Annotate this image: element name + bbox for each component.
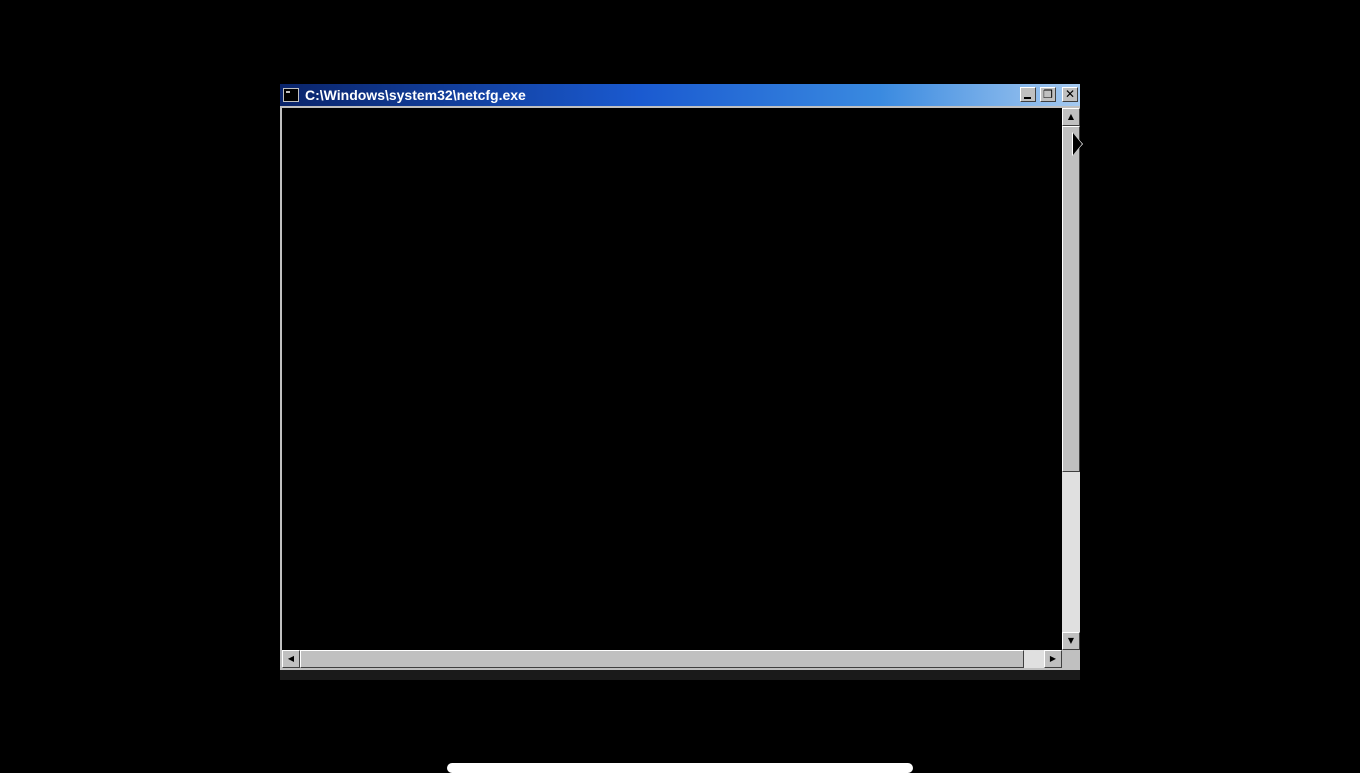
horizontal-scrollbar[interactable]: ◀ ▶ (282, 650, 1062, 668)
scroll-down-button[interactable]: ▼ (1062, 632, 1080, 650)
close-icon: ✕ (1064, 87, 1076, 101)
arrow-left-icon: ◀ (287, 654, 295, 663)
scroll-up-button[interactable]: ▲ (1062, 108, 1080, 126)
scroll-right-button[interactable]: ▶ (1044, 650, 1062, 668)
arrow-right-icon: ▶ (1049, 654, 1057, 663)
arrow-up-icon: ▲ (1067, 112, 1075, 121)
restore-icon: ❐ (1043, 88, 1053, 101)
window-title: C:\Windows\system32\netcfg.exe (305, 87, 526, 103)
bottom-edge-bar (447, 763, 913, 773)
close-button[interactable]: ✕ (1062, 87, 1078, 102)
arrow-down-icon: ▼ (1067, 636, 1075, 645)
window-bottom-border (280, 670, 1080, 680)
scroll-left-button[interactable]: ◀ (282, 650, 300, 668)
minimize-button[interactable] (1020, 87, 1036, 102)
vertical-scroll-thumb[interactable] (1062, 126, 1080, 472)
horizontal-scroll-thumb[interactable] (300, 650, 1024, 668)
size-grip[interactable] (1062, 650, 1080, 668)
minimize-icon (1024, 97, 1031, 99)
restore-button[interactable]: ❐ (1040, 87, 1056, 102)
title-bar[interactable]: C:\Windows\system32\netcfg.exe ❐ ✕ (280, 84, 1080, 106)
console-app-icon[interactable] (283, 88, 299, 102)
mouse-cursor-icon (1073, 133, 1082, 155)
console-output-area[interactable] (282, 108, 1062, 650)
console-window: C:\Windows\system32\netcfg.exe ❐ ✕ ▲ ▼ ◀… (280, 84, 1080, 680)
console-app-icon-glyph (286, 91, 290, 93)
vertical-scrollbar[interactable]: ▲ ▼ (1062, 108, 1080, 650)
